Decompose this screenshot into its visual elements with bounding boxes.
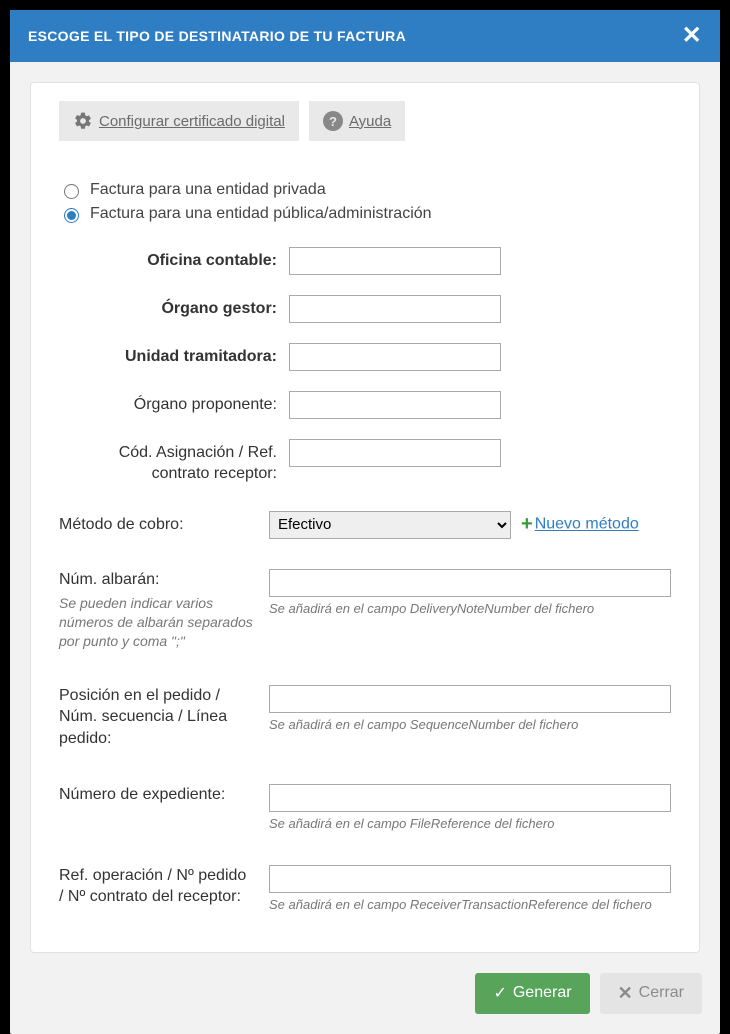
modal-header: ESCOGE EL TIPO DE DESTINATARIO DE TU FAC… <box>10 10 720 62</box>
configure-cert-button[interactable]: Configurar certificado digital <box>59 101 299 141</box>
question-icon: ? <box>323 111 343 131</box>
close-button[interactable]: ✕ Cerrar <box>600 973 702 1014</box>
modal-title: ESCOGE EL TIPO DE DESTINATARIO DE TU FAC… <box>28 28 406 44</box>
generate-button[interactable]: ✓ Generar <box>475 973 589 1014</box>
expediente-hint: Se añadirá en el campo FileReference del… <box>269 816 671 831</box>
organo-proponente-input[interactable] <box>289 391 501 419</box>
modal-footer: ✓ Generar ✕ Cerrar <box>10 973 720 1034</box>
albaran-input[interactable] <box>269 569 671 597</box>
unidad-tramitadora-input[interactable] <box>289 343 501 371</box>
radio-private-label: Factura para una entidad privada <box>90 181 326 199</box>
x-icon: ✕ <box>618 983 633 1004</box>
posicion-label-col: Posición en el pedido / Núm. secuencia /… <box>59 685 269 750</box>
albaran-label-col: Núm. albarán: Se pueden indicar varios n… <box>59 569 269 651</box>
gear-icon <box>73 111 93 131</box>
ref-operacion-hint: Se añadirá en el campo ReceiverTransacti… <box>269 897 671 912</box>
posicion-hint: Se añadirá en el campo SequenceNumber de… <box>269 717 671 732</box>
cod-asignacion-input[interactable] <box>289 439 501 467</box>
payment-method-select[interactable]: Efectivo <box>269 511 511 539</box>
plus-icon: + <box>521 513 533 536</box>
radio-private-entity[interactable]: Factura para una entidad privada <box>59 181 671 199</box>
modal-dialog: ESCOGE EL TIPO DE DESTINATARIO DE TU FAC… <box>10 10 720 1034</box>
new-payment-method-link[interactable]: +Nuevo método <box>521 513 639 536</box>
radio-public-input[interactable] <box>64 208 79 223</box>
organo-proponente-label: Órgano proponente: <box>93 391 289 416</box>
help-label: Ayuda <box>349 113 391 130</box>
payment-method-label: Método de cobro: <box>59 514 269 536</box>
configure-cert-label: Configurar certificado digital <box>99 113 285 130</box>
help-button[interactable]: ? Ayuda <box>309 101 405 141</box>
oficina-contable-input[interactable] <box>289 247 501 275</box>
radio-public-label: Factura para una entidad pública/adminis… <box>90 205 432 223</box>
radio-public-entity[interactable]: Factura para una entidad pública/adminis… <box>59 205 671 223</box>
close-label: Cerrar <box>639 984 684 1002</box>
oficina-contable-label: Oficina contable: <box>93 247 289 272</box>
albaran-hint: Se añadirá en el campo DeliveryNoteNumbe… <box>269 601 671 616</box>
organo-gestor-input[interactable] <box>289 295 501 323</box>
new-method-label: Nuevo método <box>535 516 639 533</box>
recipient-type-group: Factura para una entidad privada Factura… <box>59 181 671 223</box>
ref-operacion-input[interactable] <box>269 865 671 893</box>
generate-label: Generar <box>513 984 572 1002</box>
organo-gestor-label: Órgano gestor: <box>93 295 289 320</box>
cod-asignacion-label: Cód. Asignación / Ref. contrato receptor… <box>93 439 289 485</box>
posicion-input[interactable] <box>269 685 671 713</box>
ref-operacion-label-col: Ref. operación / Nº pedido / Nº contrato… <box>59 865 269 908</box>
close-icon[interactable]: ✕ <box>682 24 702 48</box>
check-icon: ✓ <box>493 983 506 1003</box>
radio-private-input[interactable] <box>64 184 79 199</box>
unidad-tramitadora-label: Unidad tramitadora: <box>93 343 289 368</box>
expediente-label-col: Número de expediente: <box>59 784 269 806</box>
main-panel: Configurar certificado digital ? Ayuda F… <box>30 82 700 953</box>
expediente-input[interactable] <box>269 784 671 812</box>
